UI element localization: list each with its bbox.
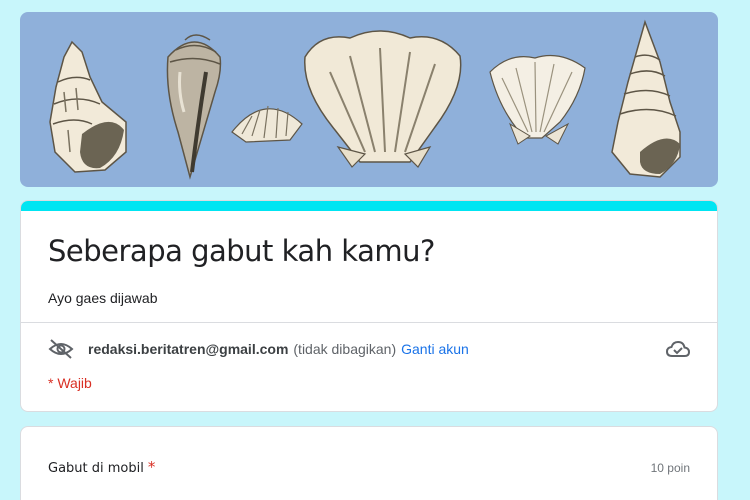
whelk-shell (49, 40, 127, 173)
accent-bar (21, 201, 717, 211)
fan-shell (489, 55, 586, 145)
small-clam-shell (231, 105, 303, 143)
eye-off-icon (48, 338, 74, 360)
form-header-card: Seberapa gabut kah kamu? Ayo gaes dijawa… (20, 200, 718, 412)
required-asterisk: * (147, 458, 156, 476)
seashells-illustration (49, 19, 681, 180)
header-banner (20, 12, 718, 187)
scallop-shell (304, 30, 462, 168)
form-description: Ayo gaes dijawab (48, 290, 158, 306)
divider (21, 322, 717, 323)
account-email: redaksi.beritatren@gmail.com (88, 341, 289, 357)
required-note: * Wajib (48, 375, 92, 391)
cloud-check-icon[interactable] (665, 339, 691, 359)
question-card: Gabut di mobil * 10 poin (20, 426, 718, 500)
switch-account-link[interactable]: Ganti akun (401, 341, 469, 357)
form-title: Seberapa gabut kah kamu? (48, 234, 435, 268)
question-points: 10 poin (650, 461, 690, 475)
question-title-text: Gabut di mobil (48, 461, 144, 476)
account-row: redaksi.beritatren@gmail.com (tidak diba… (48, 337, 691, 361)
question-title: Gabut di mobil * (48, 458, 155, 476)
visibility-note: (tidak dibagikan) (293, 341, 397, 357)
cone-shell (166, 34, 222, 180)
turret-shell (611, 19, 681, 178)
